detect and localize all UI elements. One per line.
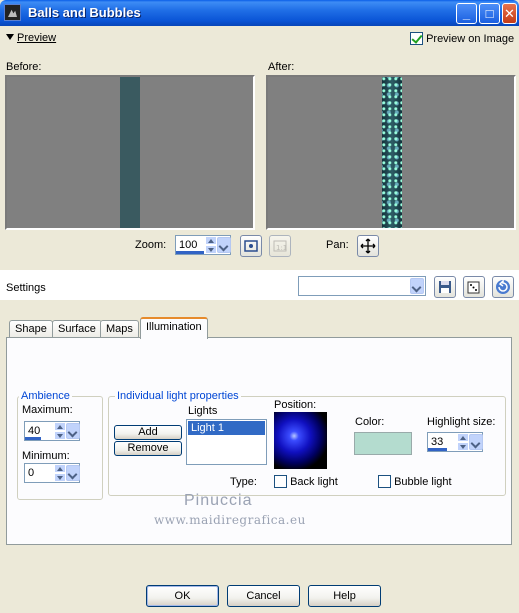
save-preset-button[interactable] bbox=[434, 276, 456, 298]
minimum-dropdown-icon[interactable] bbox=[66, 465, 80, 481]
after-image-stripe bbox=[382, 77, 402, 228]
individual-light-title: Individual light properties bbox=[115, 390, 241, 402]
maximum-spin-buttons[interactable] bbox=[54, 422, 66, 440]
preview-toggle-label: Preview bbox=[17, 32, 57, 44]
zoom-label: Zoom: bbox=[135, 239, 167, 251]
preview-on-image-checkbox[interactable] bbox=[410, 32, 423, 45]
maximum-label: Maximum: bbox=[22, 404, 73, 416]
ambience-maximum-stepper[interactable]: 40 bbox=[24, 421, 80, 441]
zoom-dropdown-icon[interactable] bbox=[217, 237, 231, 253]
bubble-light-checkbox[interactable] bbox=[378, 475, 391, 488]
minimum-label: Minimum: bbox=[22, 450, 70, 462]
back-light-checkbox[interactable] bbox=[274, 475, 287, 488]
after-preview[interactable] bbox=[266, 75, 516, 230]
settings-label: Settings bbox=[6, 282, 46, 294]
tab-shape[interactable]: Shape bbox=[9, 320, 53, 338]
minimum-down-icon[interactable] bbox=[54, 473, 66, 482]
add-light-button[interactable]: Add bbox=[114, 425, 182, 440]
zoom-spin-buttons[interactable] bbox=[205, 236, 217, 254]
cancel-button[interactable]: Cancel bbox=[227, 585, 300, 607]
minimize-button[interactable]: _ bbox=[456, 3, 477, 24]
svg-text:1:1: 1:1 bbox=[276, 244, 287, 252]
ambience-title: Ambience bbox=[19, 390, 72, 402]
maximum-slider-bar[interactable] bbox=[25, 437, 41, 440]
back-light-option[interactable]: Back light bbox=[274, 475, 338, 488]
tab-illumination[interactable]: Illumination bbox=[140, 317, 208, 339]
back-light-label: Back light bbox=[290, 476, 338, 488]
bubble-light-option[interactable]: Bubble light bbox=[378, 475, 452, 488]
preview-on-image-option[interactable]: Preview on Image bbox=[410, 32, 514, 45]
settings-preset-select[interactable] bbox=[298, 276, 426, 296]
watermark-url: www.maidiregrafica.eu bbox=[154, 513, 306, 527]
app-icon bbox=[4, 4, 21, 21]
maximum-up-icon[interactable] bbox=[54, 422, 66, 431]
ambience-minimum-value: 0 bbox=[28, 467, 35, 479]
bubble-light-label: Bubble light bbox=[394, 476, 452, 488]
ambience-maximum-value: 40 bbox=[28, 425, 41, 437]
settings-dropdown-icon[interactable] bbox=[410, 278, 424, 294]
highlight-slider-bar[interactable] bbox=[428, 448, 447, 451]
preview-toggle[interactable]: Preview bbox=[6, 32, 60, 46]
ok-button[interactable]: OK bbox=[146, 585, 219, 607]
highlight-size-label: Highlight size: bbox=[427, 416, 496, 428]
save-icon bbox=[439, 281, 451, 293]
pan-label: Pan: bbox=[326, 239, 349, 251]
zoom-actual-size-button[interactable]: 1:1 bbox=[269, 235, 291, 257]
zoom-stepper[interactable]: 100 bbox=[175, 235, 231, 255]
remove-light-button[interactable]: Remove bbox=[114, 441, 182, 456]
maximum-dropdown-icon[interactable] bbox=[66, 423, 80, 439]
triangle-down-icon bbox=[6, 34, 14, 40]
help-button[interactable]: Help bbox=[308, 585, 381, 607]
zoom-value: 100 bbox=[179, 239, 198, 251]
color-label: Color: bbox=[355, 416, 385, 428]
zoom-up-icon[interactable] bbox=[205, 236, 217, 245]
watermark-name: Pinuccia bbox=[184, 492, 253, 509]
highlight-spin-buttons[interactable] bbox=[457, 433, 469, 451]
light-position-sphere[interactable] bbox=[274, 412, 327, 469]
ambience-minimum-stepper[interactable]: 0 bbox=[24, 463, 80, 483]
tab-maps[interactable]: Maps bbox=[100, 320, 139, 338]
pan-button[interactable] bbox=[357, 235, 379, 257]
zoom-down-icon[interactable] bbox=[205, 245, 217, 254]
dice-icon bbox=[467, 281, 480, 294]
highlight-down-icon[interactable] bbox=[457, 442, 469, 451]
highlight-dropdown-icon[interactable] bbox=[469, 434, 483, 450]
before-label: Before: bbox=[6, 61, 42, 73]
list-item[interactable]: Light 1 bbox=[188, 421, 265, 435]
maximum-down-icon[interactable] bbox=[54, 431, 66, 440]
randomize-button[interactable] bbox=[463, 276, 485, 298]
maximize-button[interactable]: □ bbox=[479, 3, 500, 24]
actual-size-icon: 1:1 bbox=[273, 240, 287, 252]
light-color-swatch[interactable] bbox=[354, 432, 412, 455]
type-label: Type: bbox=[230, 476, 257, 488]
after-label: After: bbox=[268, 61, 295, 73]
reset-button[interactable] bbox=[492, 276, 514, 298]
lights-list[interactable]: Light 1 bbox=[186, 419, 267, 465]
tab-surface[interactable]: Surface bbox=[52, 320, 102, 338]
move-icon bbox=[360, 238, 376, 254]
zoom-fit-button[interactable] bbox=[240, 235, 262, 257]
highlight-size-value: 33 bbox=[431, 436, 444, 448]
before-preview[interactable] bbox=[5, 75, 255, 230]
highlight-up-icon[interactable] bbox=[457, 433, 469, 442]
zoom-slider-bar[interactable] bbox=[176, 251, 204, 254]
lights-label: Lights bbox=[188, 405, 218, 417]
before-image-stripe bbox=[120, 77, 140, 228]
close-button[interactable]: ✕ bbox=[502, 3, 517, 24]
preview-on-image-label: Preview on Image bbox=[426, 33, 515, 45]
window-title: Balls and Bubbles bbox=[28, 5, 141, 20]
position-label: Position: bbox=[274, 399, 317, 411]
reset-icon bbox=[496, 279, 510, 294]
minimum-spin-buttons[interactable] bbox=[54, 464, 66, 482]
highlight-size-stepper[interactable]: 33 bbox=[427, 432, 483, 452]
zoom-fit-icon bbox=[244, 240, 258, 252]
minimum-up-icon[interactable] bbox=[54, 464, 66, 473]
